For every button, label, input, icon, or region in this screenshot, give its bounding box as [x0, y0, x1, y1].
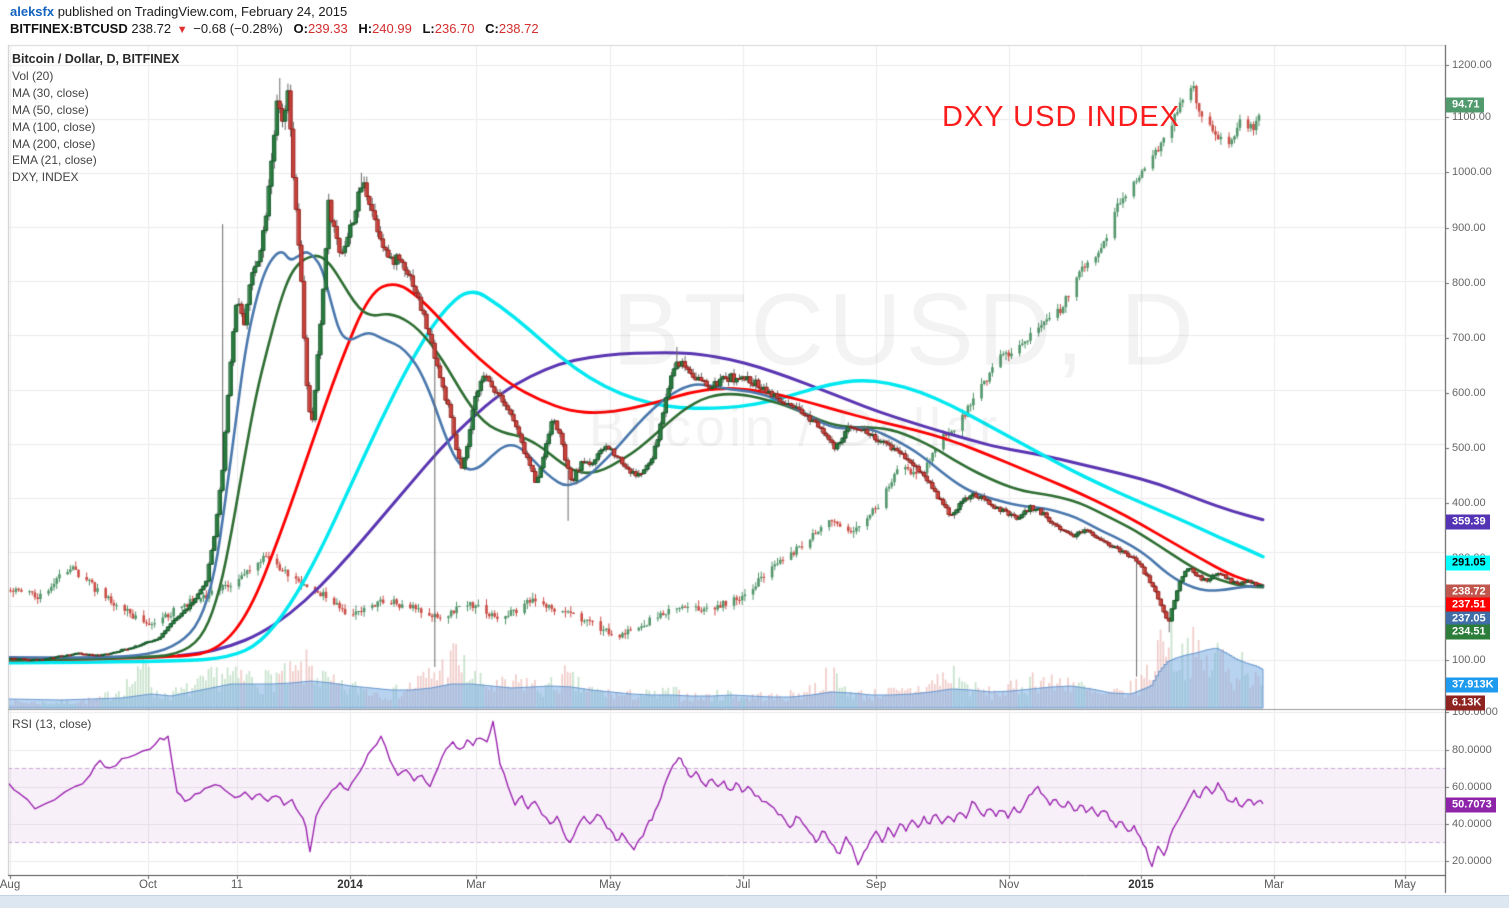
watermark-name: Bitcoin / Dollar [589, 397, 1001, 459]
price-axis-label: 900.00 [1452, 222, 1486, 234]
price-axis-label: 1200.00 [1452, 59, 1492, 71]
time-axis-label: Mar [1264, 879, 1284, 891]
price-axis-label: 800.00 [1452, 277, 1486, 289]
open-value: 239.33 [308, 21, 348, 36]
author-link[interactable]: aleksfx [10, 4, 54, 19]
published-text: published on TradingView.com, February 2… [54, 4, 347, 19]
price-axis-label: 1000.00 [1452, 166, 1492, 178]
ohlc-line: BITFINEX:BTCUSD 238.72 ▼ −0.68 (−0.28%) … [10, 21, 539, 36]
time-axis-label: May [1394, 879, 1416, 891]
price-axis-label: 700.00 [1452, 332, 1486, 344]
time-axis-label: 11 [231, 879, 243, 891]
price-axis-label: 600.00 [1452, 387, 1486, 399]
price-badge: 6.13K [1446, 696, 1485, 711]
time-axis-label: Mar [466, 879, 486, 891]
indicator-legend: Bitcoin / Dollar, D, BITFINEX Vol (20)MA… [12, 51, 179, 186]
low-label: L: [422, 21, 434, 36]
price-axis-label: 100.00 [1452, 654, 1486, 666]
rsi-axis-label: 80.0000 [1452, 744, 1492, 756]
rsi-axis-label: 40.0000 [1452, 818, 1492, 830]
rsi-axis-label: 60.0000 [1452, 781, 1492, 793]
dxy-annotation: DXY USD INDEX [942, 101, 1180, 134]
legend-item-1[interactable]: MA (30, close) [12, 85, 179, 102]
time-axis-label: Nov [999, 879, 1019, 891]
close-value: 238.72 [499, 21, 539, 36]
high-value: 240.99 [372, 21, 412, 36]
price-axis-label: 1100.00 [1452, 111, 1491, 123]
time-axis-label: 2015 [1128, 879, 1154, 891]
high-label: H: [358, 21, 372, 36]
legend-item-2[interactable]: MA (50, close) [12, 102, 179, 119]
price-badge: 237.51 [1446, 598, 1490, 613]
bottom-strip [0, 895, 1509, 908]
time-axis-label: Sep [866, 879, 886, 891]
legend-item-3[interactable]: MA (100, close) [12, 119, 179, 136]
legend-title[interactable]: Bitcoin / Dollar, D, BITFINEX [12, 51, 179, 68]
tradingview-published-chart: BTCUSD, D Bitcoin / Dollar aleksfx publi… [0, 0, 1509, 908]
down-triangle-icon: ▼ [177, 24, 188, 36]
low-value: 236.70 [435, 21, 475, 36]
time-axis-label: May [599, 879, 621, 891]
price-badge: 37.913K [1446, 678, 1498, 693]
publish-line: aleksfx published on TradingView.com, Fe… [10, 4, 347, 19]
last-price: 238.72 [131, 21, 171, 36]
price-badge: 234.51 [1446, 625, 1490, 640]
price-badge: 359.39 [1446, 515, 1490, 530]
price-axis-label: 400.00 [1452, 497, 1486, 509]
time-axis-label: Aug [0, 879, 20, 891]
close-label: C: [485, 21, 499, 36]
rsi-axis-label: 20.0000 [1452, 855, 1492, 867]
price-badge: 291.05 [1446, 556, 1490, 571]
time-axis-label: 2014 [337, 879, 363, 891]
symbol-name[interactable]: BITFINEX:BTCUSD [10, 21, 128, 36]
legend-item-5[interactable]: EMA (21, close) [12, 152, 179, 169]
change-value: −0.68 (−0.28%) [193, 21, 283, 36]
time-axis-label: Jul [736, 879, 751, 891]
legend-item-0[interactable]: Vol (20) [12, 68, 179, 85]
price-badge: 94.71 [1446, 98, 1484, 113]
rsi-badge: 50.7073 [1446, 798, 1496, 813]
legend-item-6[interactable]: DXY, INDEX [12, 169, 179, 186]
legend-item-4[interactable]: MA (200, close) [12, 136, 179, 153]
rsi-legend[interactable]: RSI (13, close) [12, 717, 91, 731]
price-axis-label: 500.00 [1452, 442, 1486, 454]
open-label: O: [294, 21, 308, 36]
time-axis-label: Oct [139, 879, 157, 891]
watermark-symbol: BTCUSD, D [612, 272, 1198, 389]
